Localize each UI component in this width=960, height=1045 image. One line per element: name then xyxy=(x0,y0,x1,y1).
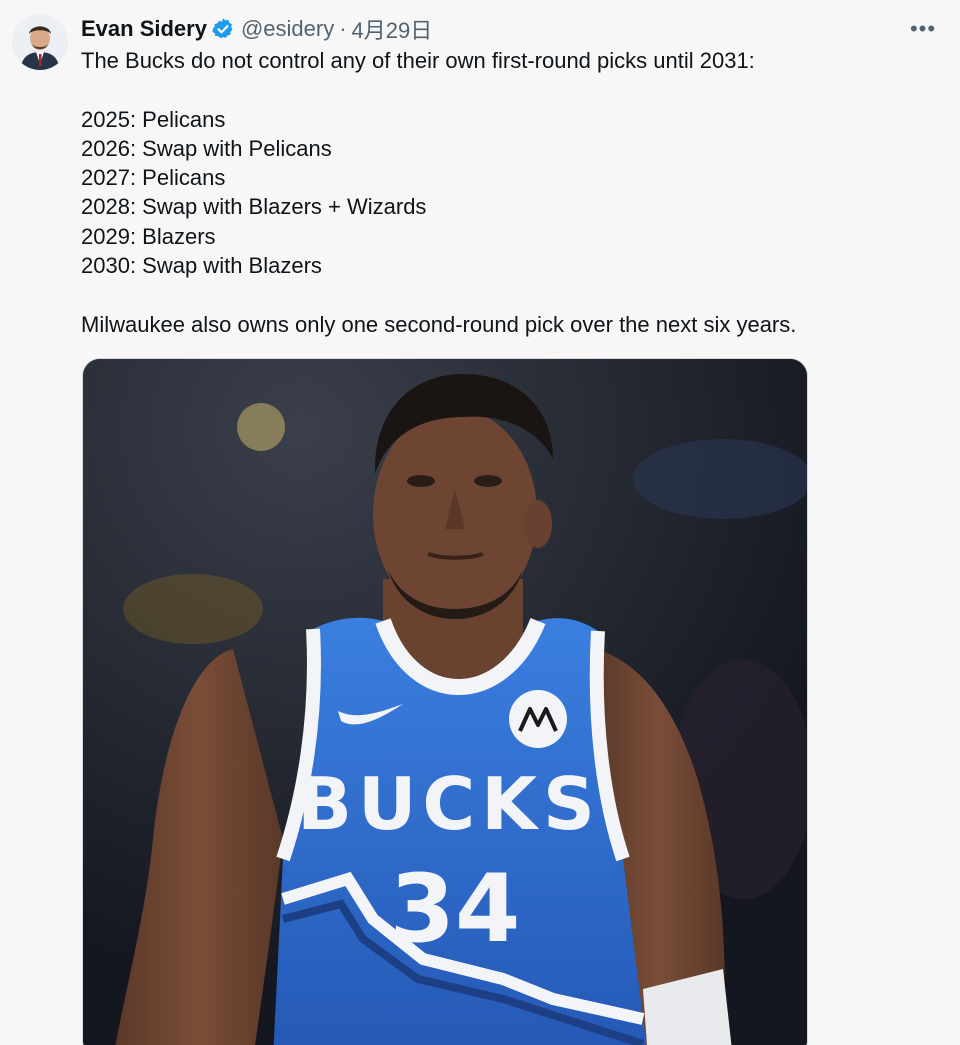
pick-line: 2027: Pelicans xyxy=(81,165,226,191)
pick-line: 2025: Pelicans xyxy=(81,106,226,132)
author-handle[interactable]: @esidery xyxy=(241,16,334,42)
author-display-name[interactable]: Evan Sidery xyxy=(81,16,207,42)
author-avatar[interactable] xyxy=(12,14,68,70)
tweet-text: The Bucks do not control any of their ow… xyxy=(81,46,941,339)
pick-line: 2028: Swap with Blazers + Wizards xyxy=(81,194,427,220)
tweet: Evan Sidery @esidery · 4月29日 ••• The Buc… xyxy=(0,0,960,1045)
tweet-timestamp[interactable]: 4月29日 xyxy=(352,13,433,45)
header-separator: · xyxy=(339,16,347,41)
pick-line: 2030: Swap with Blazers xyxy=(81,253,322,279)
tweet-text-intro: The Bucks do not control any of their ow… xyxy=(81,48,755,73)
tweet-media-photo[interactable]: BUCKS 34 xyxy=(82,358,808,1045)
jersey-number: 34 xyxy=(390,855,521,964)
pick-line: 2026: Swap with Pelicans xyxy=(81,135,332,161)
more-icon[interactable]: ••• xyxy=(908,16,938,42)
tweet-text-outro: Milwaukee also owns only one second-roun… xyxy=(81,311,797,337)
verified-badge-icon[interactable] xyxy=(211,17,235,41)
tweet-header: Evan Sidery @esidery · 4月29日 xyxy=(81,14,432,44)
jersey-wordmark: BUCKS xyxy=(297,762,601,846)
pick-line: 2029: Blazers xyxy=(81,223,216,249)
